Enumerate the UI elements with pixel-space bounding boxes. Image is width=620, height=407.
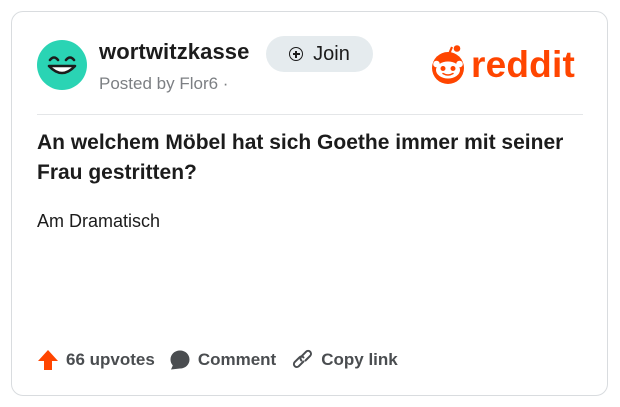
join-label: Join (313, 42, 350, 65)
copy-link-button[interactable]: Copy link (292, 349, 398, 371)
posted-by: Posted by Flor6 · (99, 74, 229, 93)
link-chain-icon (293, 349, 313, 368)
copy-link-label: Copy link (321, 350, 398, 369)
reddit-logo: reddit (428, 45, 575, 85)
comment-bubble-icon (170, 350, 190, 370)
comment-label: Comment (197, 350, 277, 369)
post-title[interactable]: An welchem Möbel hat sich Goethe immer m… (37, 128, 577, 188)
header-divider (37, 114, 583, 115)
comment-button[interactable]: Comment (169, 349, 276, 371)
reddit-wordmark: reddit (471, 44, 575, 85)
plus-circle-icon (289, 47, 304, 61)
smiley-face-icon (47, 56, 77, 75)
subreddit-avatar[interactable] (37, 40, 87, 90)
upvote-count: 66 upvotes (66, 350, 155, 369)
join-button[interactable]: Join (266, 36, 373, 72)
upvote-button[interactable]: 66 upvotes (37, 349, 155, 371)
reddit-snoo-icon (432, 45, 464, 84)
post-body: Am Dramatisch (37, 211, 161, 231)
post-card: wortwitzkasse Posted by Flor6 · Join red… (11, 11, 608, 396)
upvote-arrow-icon (38, 350, 58, 370)
action-bar: 66 upvotes Comment Copy link (37, 348, 398, 372)
subreddit-name[interactable]: wortwitzkasse (99, 39, 249, 65)
